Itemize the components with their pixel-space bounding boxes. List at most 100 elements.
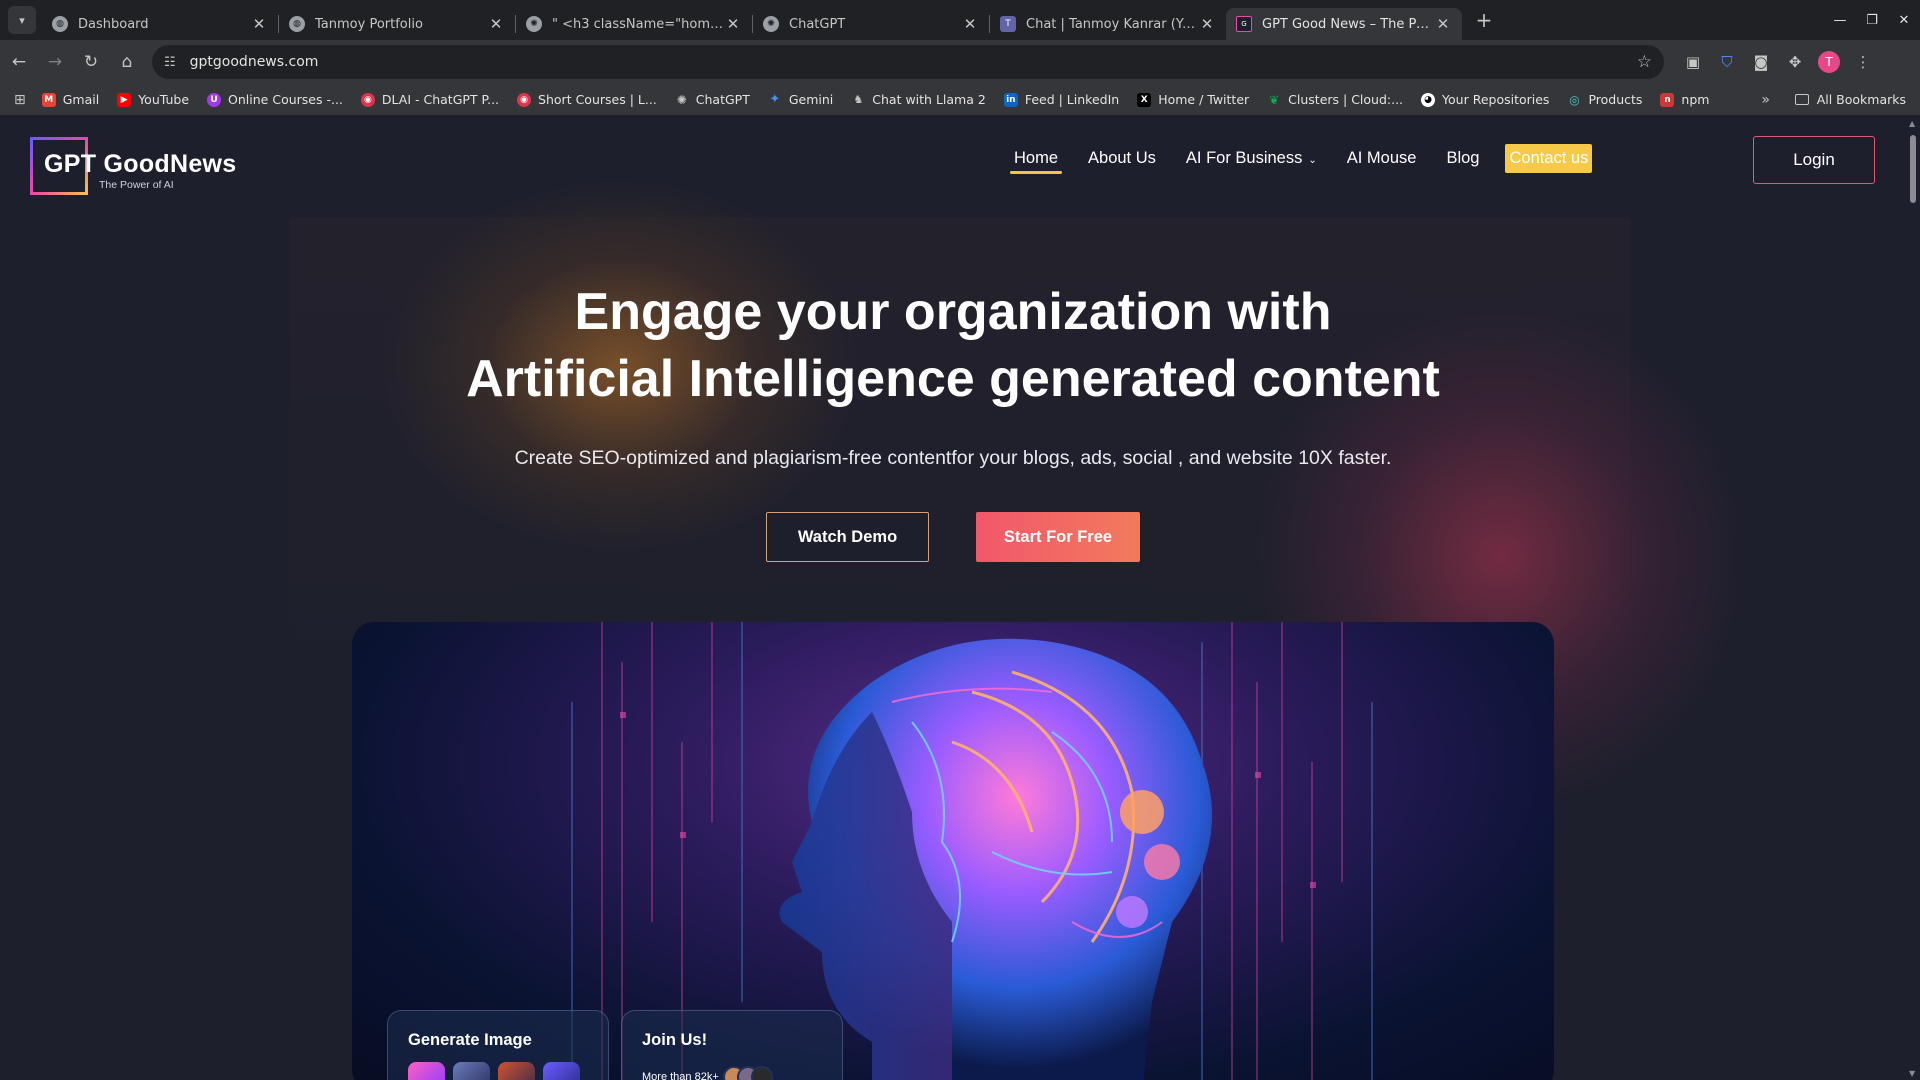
bookmark-label: ChatGPT bbox=[695, 92, 750, 107]
github-icon: ◕ bbox=[1421, 92, 1436, 107]
translate-extension-icon[interactable]: ▣ bbox=[1676, 45, 1710, 79]
nav-about-us[interactable]: About Us bbox=[1088, 149, 1156, 168]
close-icon[interactable]: ✕ bbox=[1198, 15, 1216, 33]
site-header: GPT GoodNews The Power of AI Home About … bbox=[0, 117, 1906, 217]
tab-teams-chat[interactable]: T Chat | Tanmoy Kanrar (You) | ✕ bbox=[990, 8, 1226, 40]
bookmark-twitter[interactable]: X Home / Twitter bbox=[1137, 92, 1249, 107]
tab-gpt-good-news[interactable]: G GPT Good News – The Power ✕ bbox=[1226, 8, 1462, 40]
logo-title[interactable]: GPT GoodNews bbox=[44, 150, 237, 179]
nav-ai-for-business[interactable]: AI For Business ⌄ bbox=[1186, 149, 1317, 168]
address-bar[interactable]: ☷ gptgoodnews.com ☆ bbox=[152, 45, 1664, 79]
all-bookmarks-label: All Bookmarks bbox=[1816, 92, 1906, 107]
close-icon[interactable]: ✕ bbox=[250, 15, 268, 33]
tab-title: Tanmoy Portfolio bbox=[315, 16, 423, 32]
kebab-menu-icon[interactable]: ⋮ bbox=[1846, 45, 1880, 79]
bookmark-chatgpt[interactable]: ✺ ChatGPT bbox=[675, 92, 750, 107]
bookmark-label: Your Repositories bbox=[1442, 92, 1550, 107]
close-icon[interactable]: ✕ bbox=[724, 15, 742, 33]
back-icon[interactable]: ← bbox=[2, 45, 36, 79]
thumbnail[interactable] bbox=[498, 1062, 535, 1080]
start-for-free-button[interactable]: Start For Free bbox=[976, 512, 1140, 562]
openai-icon: ✺ bbox=[763, 16, 779, 32]
generate-image-card[interactable]: Generate Image bbox=[387, 1010, 609, 1080]
bookmark-gmail[interactable]: M Gmail bbox=[41, 92, 99, 107]
nav-contact-us-button[interactable]: Contact us bbox=[1505, 143, 1593, 173]
bookmark-star-icon[interactable]: ☆ bbox=[1637, 52, 1652, 72]
apps-grid-icon[interactable]: ⊞ bbox=[14, 92, 26, 108]
bookmark-label: Feed | LinkedIn bbox=[1024, 92, 1120, 107]
shield-extension-icon[interactable]: ⛉ bbox=[1710, 45, 1744, 79]
camera-extension-icon[interactable]: ◙ bbox=[1744, 45, 1778, 79]
openai-icon: ✺ bbox=[526, 16, 542, 32]
gmail-icon: M bbox=[41, 92, 56, 107]
scroll-up-icon[interactable]: ▲ bbox=[1909, 119, 1915, 128]
tab-tanmoy-portfolio[interactable]: ◍ Tanmoy Portfolio ✕ bbox=[279, 8, 515, 40]
nav-home[interactable]: Home bbox=[1009, 149, 1063, 174]
globe-icon: ◍ bbox=[289, 16, 305, 32]
bookmark-label: Chat with Llama 2 bbox=[872, 92, 986, 107]
close-icon[interactable]: ✕ bbox=[1434, 15, 1452, 33]
tab-title: Dashboard bbox=[78, 16, 149, 32]
forward-icon[interactable]: → bbox=[38, 45, 72, 79]
bookmark-linkedin[interactable]: in Feed | LinkedIn bbox=[1003, 92, 1120, 107]
restore-icon[interactable]: ❐ bbox=[1856, 0, 1888, 40]
bookmark-npm[interactable]: n npm bbox=[1660, 92, 1709, 107]
bookmark-online-courses[interactable]: U Online Courses -... bbox=[207, 92, 343, 107]
chevron-down-icon: ⌄ bbox=[1308, 154, 1317, 166]
join-us-card[interactable]: Join Us! More than 82k+ bbox=[621, 1010, 843, 1080]
tab-dashboard[interactable]: ◍ Dashboard ✕ bbox=[42, 8, 278, 40]
site-settings-icon[interactable]: ☷ bbox=[164, 55, 176, 70]
thumbnail[interactable] bbox=[543, 1062, 580, 1080]
watch-demo-button[interactable]: Watch Demo bbox=[766, 512, 929, 562]
minimize-icon[interactable]: — bbox=[1824, 0, 1856, 40]
nav-blog[interactable]: Blog bbox=[1446, 149, 1479, 168]
npm-icon: n bbox=[1660, 92, 1675, 107]
mongodb-icon: ❦ bbox=[1269, 92, 1280, 107]
tab-chatgpt[interactable]: ✺ ChatGPT ✕ bbox=[753, 8, 989, 40]
bookmark-mongodb[interactable]: ❦ Clusters | Cloud:... bbox=[1267, 92, 1403, 107]
thumbnail[interactable] bbox=[453, 1062, 490, 1080]
bookmark-label: Gemini bbox=[788, 92, 834, 107]
extensions-puzzle-icon[interactable]: ✥ bbox=[1778, 45, 1812, 79]
member-count: More than 82k+ bbox=[642, 1071, 719, 1080]
tab-code-snippet[interactable]: ✺ " <h3 className="home_sub ✕ bbox=[516, 8, 752, 40]
products-icon: ◎ bbox=[1569, 92, 1580, 107]
bookmark-gemini[interactable]: ✦ Gemini bbox=[768, 92, 833, 107]
profile-avatar[interactable]: T bbox=[1818, 51, 1840, 73]
reload-icon[interactable]: ↻ bbox=[74, 45, 108, 79]
all-bookmarks-button[interactable]: All Bookmarks bbox=[1794, 92, 1906, 107]
bookmark-youtube[interactable]: ▶ YouTube bbox=[117, 92, 189, 107]
main-nav: Home About Us AI For Business ⌄ AI Mouse … bbox=[1009, 142, 1593, 174]
gpt-goodnews-icon: G bbox=[1236, 16, 1252, 32]
bookmark-dlai-chatgpt[interactable]: ◉ DLAI - ChatGPT P... bbox=[360, 92, 499, 107]
bookmark-llama[interactable]: ♞ Chat with Llama 2 bbox=[851, 92, 986, 107]
bookmark-products[interactable]: ◎ Products bbox=[1567, 92, 1642, 107]
more-bookmarks-chevron-icon[interactable]: » bbox=[1761, 92, 1770, 108]
member-avatars bbox=[722, 1066, 773, 1080]
bookmark-label: Products bbox=[1588, 92, 1643, 107]
page-scrollbar[interactable]: ▲ ▼ bbox=[1906, 117, 1920, 1080]
url-text: gptgoodnews.com bbox=[189, 54, 319, 70]
dlai-icon: ◉ bbox=[360, 92, 375, 107]
bookmark-label: Short Courses | L... bbox=[538, 92, 657, 107]
bookmark-label: Online Courses -... bbox=[228, 92, 343, 107]
hero-subtitle: Create SEO-optimized and plagiarism-free… bbox=[514, 447, 1392, 469]
bookmark-short-courses[interactable]: ◉ Short Courses | L... bbox=[517, 92, 657, 107]
new-tab-button[interactable]: + bbox=[1470, 6, 1498, 34]
login-button[interactable]: Login bbox=[1753, 136, 1875, 184]
thumbnail[interactable] bbox=[408, 1062, 445, 1080]
browser-tab-bar: ▾ ◍ Dashboard ✕ ◍ Tanmoy Portfolio ✕ ✺ "… bbox=[0, 0, 1920, 40]
hero-headline-line2: Artificial Intelligence generated conten… bbox=[466, 350, 1440, 408]
close-window-icon[interactable]: ✕ bbox=[1888, 0, 1920, 40]
nav-ai-mouse[interactable]: AI Mouse bbox=[1347, 149, 1417, 168]
web-page: GPT GoodNews The Power of AI Home About … bbox=[0, 117, 1906, 1080]
close-icon[interactable]: ✕ bbox=[961, 15, 979, 33]
close-icon[interactable]: ✕ bbox=[487, 15, 505, 33]
linkedin-icon: in bbox=[1003, 92, 1018, 107]
scroll-down-icon[interactable]: ▼ bbox=[1909, 1069, 1915, 1078]
scrollbar-thumb[interactable] bbox=[1910, 135, 1916, 203]
bookmark-github[interactable]: ◕ Your Repositories bbox=[1421, 92, 1549, 107]
tab-search-icon[interactable]: ▾ bbox=[8, 6, 36, 34]
bookmark-label: Home / Twitter bbox=[1158, 92, 1250, 107]
home-icon[interactable]: ⌂ bbox=[110, 45, 144, 79]
